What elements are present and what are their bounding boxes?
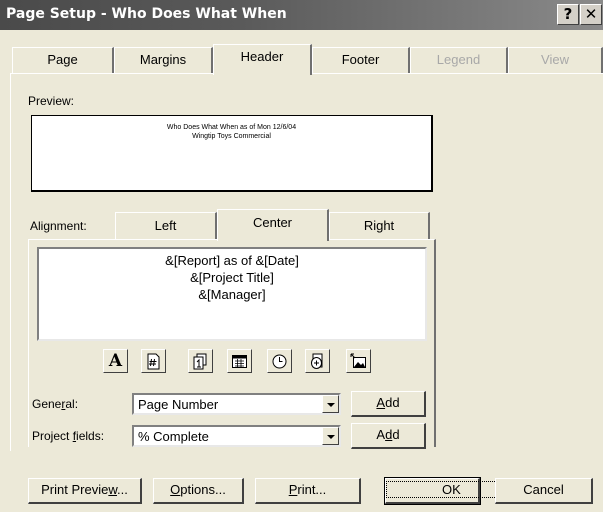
insert-current-time-icon (272, 354, 287, 368)
editor-line-1: &[Report] as of &[Date] (165, 253, 299, 268)
insert-total-pages-button[interactable] (188, 349, 213, 373)
preview-label: Preview: (28, 94, 75, 108)
project-fields-dropdown-value: % Complete (138, 429, 209, 444)
title-bar[interactable]: Page Setup - Who Does What When ? ✕ (0, 0, 603, 30)
project-fields-label: Project fields: (32, 429, 105, 443)
alignment-tab-center[interactable]: Center (217, 209, 329, 241)
header-text-editor[interactable]: &[Report] as of &[Date] &[Project Title]… (37, 247, 427, 341)
insert-file-name-icon (311, 353, 323, 369)
format-text-font-icon: A (108, 350, 123, 371)
tab-page[interactable]: Page (12, 47, 114, 73)
general-add-button[interactable]: Add (351, 391, 426, 417)
insert-page-number-icon (147, 353, 160, 369)
general-dropdown-arrow-icon[interactable] (322, 395, 339, 413)
window-title: Page Setup - Who Does What When (6, 6, 287, 22)
close-button[interactable]: ✕ (580, 4, 602, 25)
insert-picture-button[interactable] (346, 349, 371, 373)
insert-current-time-button[interactable] (267, 349, 292, 373)
general-label: General: (32, 397, 79, 411)
editor-line-2: &[Project Title] (190, 270, 274, 285)
insert-picture-icon (350, 353, 366, 368)
tab-header[interactable]: Header (213, 44, 312, 75)
print-button[interactable]: Print... (255, 478, 361, 504)
insert-total-pages-icon (193, 353, 207, 369)
help-button[interactable]: ? (557, 4, 579, 25)
ok-button[interactable]: OK (384, 477, 517, 505)
alignment-label: Alignment: (30, 219, 87, 233)
project-fields-dropdown[interactable]: % Complete (132, 425, 341, 447)
insert-current-date-icon (232, 354, 247, 368)
preview-line-2: Wingtip Toys Commercial (192, 133, 271, 140)
project-fields-add-button[interactable]: Add (351, 423, 426, 449)
general-dropdown-value: Page Number (138, 397, 219, 412)
tab-view[interactable]: View (508, 47, 603, 73)
tab-footer[interactable]: Footer (312, 47, 410, 73)
alignment-tab-left[interactable]: Left (115, 212, 217, 239)
editor-line-3: &[Manager] (198, 287, 266, 302)
preview-line-1: Who Does What When as of Mon 12/6/04 (166, 124, 297, 131)
alignment-tab-right[interactable]: Right (329, 212, 430, 239)
general-dropdown[interactable]: Page Number (132, 393, 341, 415)
cancel-button[interactable]: Cancel (495, 478, 593, 504)
print-preview-button[interactable]: Print Preview... (28, 478, 142, 504)
preview-box: Who Does What When as of Mon 12/6/04 Win… (31, 115, 433, 192)
project-fields-dropdown-arrow-icon[interactable] (322, 427, 339, 445)
insert-current-date-button[interactable] (227, 349, 252, 373)
options-button[interactable]: Options... (153, 478, 244, 504)
insert-file-name-button[interactable] (305, 349, 330, 373)
tab-legend[interactable]: Legend (410, 47, 508, 73)
format-text-font-button[interactable]: A (103, 349, 128, 373)
page-setup-dialog: Page Setup - Who Does What When ? ✕ Page… (0, 0, 603, 512)
insert-page-number-button[interactable] (141, 349, 166, 373)
tab-margins[interactable]: Margins (114, 47, 213, 73)
